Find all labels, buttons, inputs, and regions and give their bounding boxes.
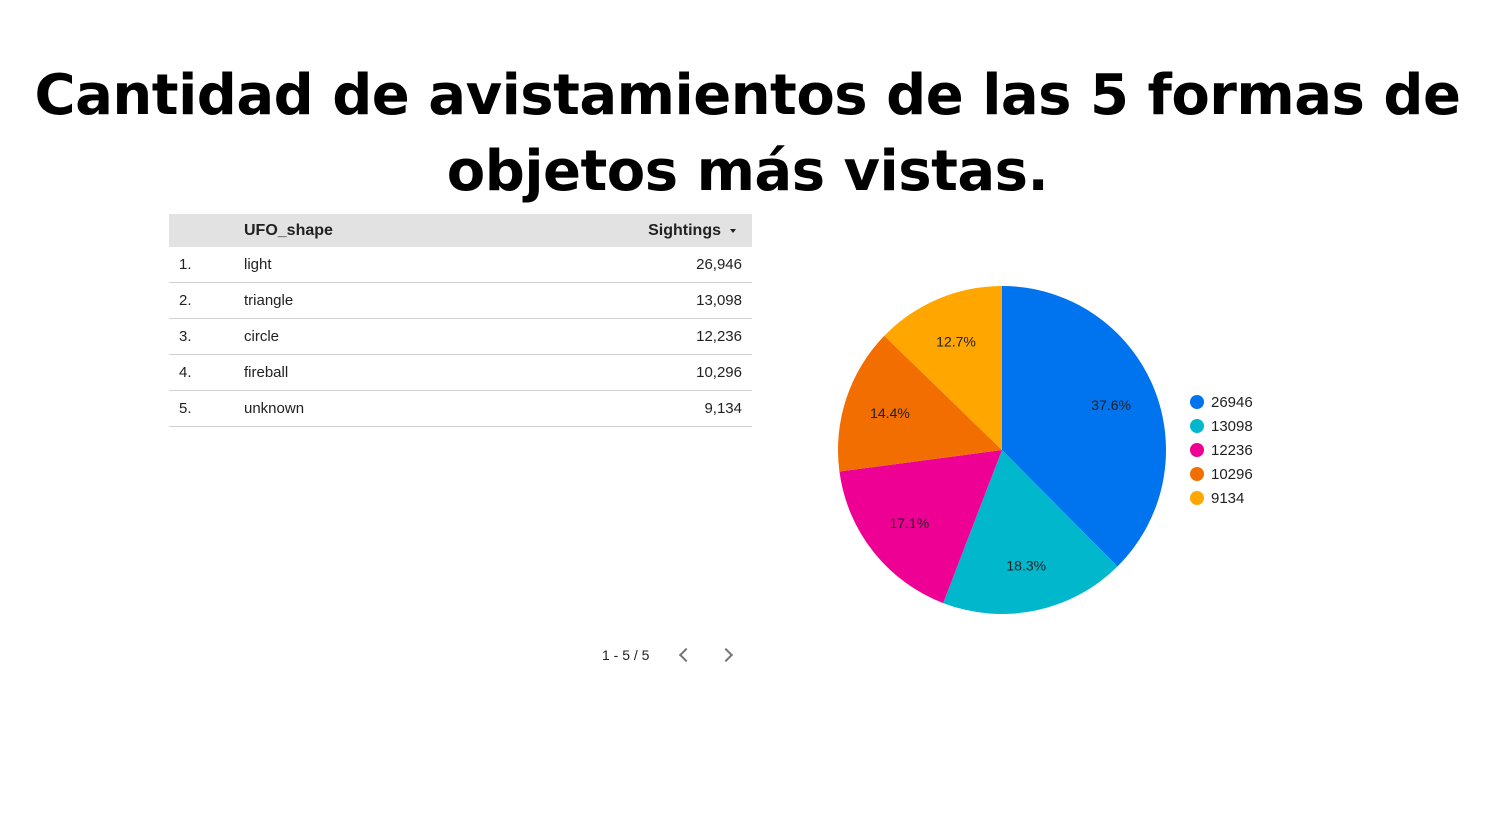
legend-item[interactable]: 26946 [1190,394,1253,411]
legend-label: 10296 [1211,466,1253,483]
legend-swatch [1190,443,1204,457]
legend-label: 9134 [1211,490,1244,507]
row-shape: circle [244,328,280,345]
row-index: 2. [179,292,192,309]
legend-item[interactable]: 12236 [1190,442,1253,459]
row-shape: triangle [244,292,294,309]
legend-swatch [1190,467,1204,481]
table-row: 2. triangle 13,098 [169,283,752,319]
table-row: 5. unknown 9,134 [169,391,752,427]
legend-item[interactable]: 9134 [1190,490,1244,507]
chevron-right-icon [719,647,734,663]
pie-slices [838,286,1166,614]
column-header-sightings-label: Sightings [648,221,721,239]
slice-percent-label: 37.6% [1091,397,1131,413]
row-sightings: 26,946 [696,256,742,273]
ufo-shape-table: UFO_shape Sightings 1. light 26,946 2. t… [169,214,752,427]
row-sightings: 13,098 [696,292,742,309]
row-sightings: 12,236 [696,328,742,345]
pagination-range: 1 - 5 / 5 [602,647,650,663]
row-index: 1. [179,256,192,273]
next-page-button[interactable] [716,643,740,667]
row-sightings: 10,296 [696,364,742,381]
column-header-sightings[interactable]: Sightings [648,222,736,240]
pie-chart: 37.6% 18.3% 17.1% 14.4% 12.7% 26946 13098 1223… [838,286,1253,614]
row-shape: fireball [244,364,289,381]
table-row: 3. circle 12,236 [169,319,752,355]
row-shape: light [244,256,272,273]
legend-swatch [1190,491,1204,505]
slice-percent-label: 17.1% [889,515,929,531]
row-index: 3. [179,328,192,345]
slice-percent-label: 12.7% [936,333,976,349]
row-index: 4. [179,364,192,381]
row-sightings: 9,134 [704,400,742,417]
row-shape: unknown [244,400,305,417]
slice-percent-label: 14.4% [870,405,910,421]
legend-swatch [1190,419,1204,433]
chart-title: Cantidad de avistamientos de las 5 forma… [34,63,1461,204]
previous-page-button[interactable] [672,643,696,667]
table-header: UFO_shape Sightings [169,214,752,247]
slice-percent-label: 18.3% [1006,557,1046,573]
pie-legend: 26946 13098 12236 10296 9134 [1190,394,1253,507]
table-row: 1. light 26,946 [169,247,752,283]
legend-label: 12236 [1211,442,1253,459]
column-header-ufo-shape[interactable]: UFO_shape [244,222,333,240]
sort-descending-icon[interactable] [730,229,736,233]
legend-item[interactable]: 10296 [1190,466,1253,483]
chevron-left-icon [679,647,694,663]
legend-label: 13098 [1211,418,1253,435]
table-row: 4. fireball 10,296 [169,355,752,391]
table-pagination: 1 - 5 / 5 [602,643,740,667]
legend-item[interactable]: 13098 [1190,418,1253,435]
legend-swatch [1190,395,1204,409]
row-index: 5. [179,400,192,417]
legend-label: 26946 [1211,394,1253,411]
